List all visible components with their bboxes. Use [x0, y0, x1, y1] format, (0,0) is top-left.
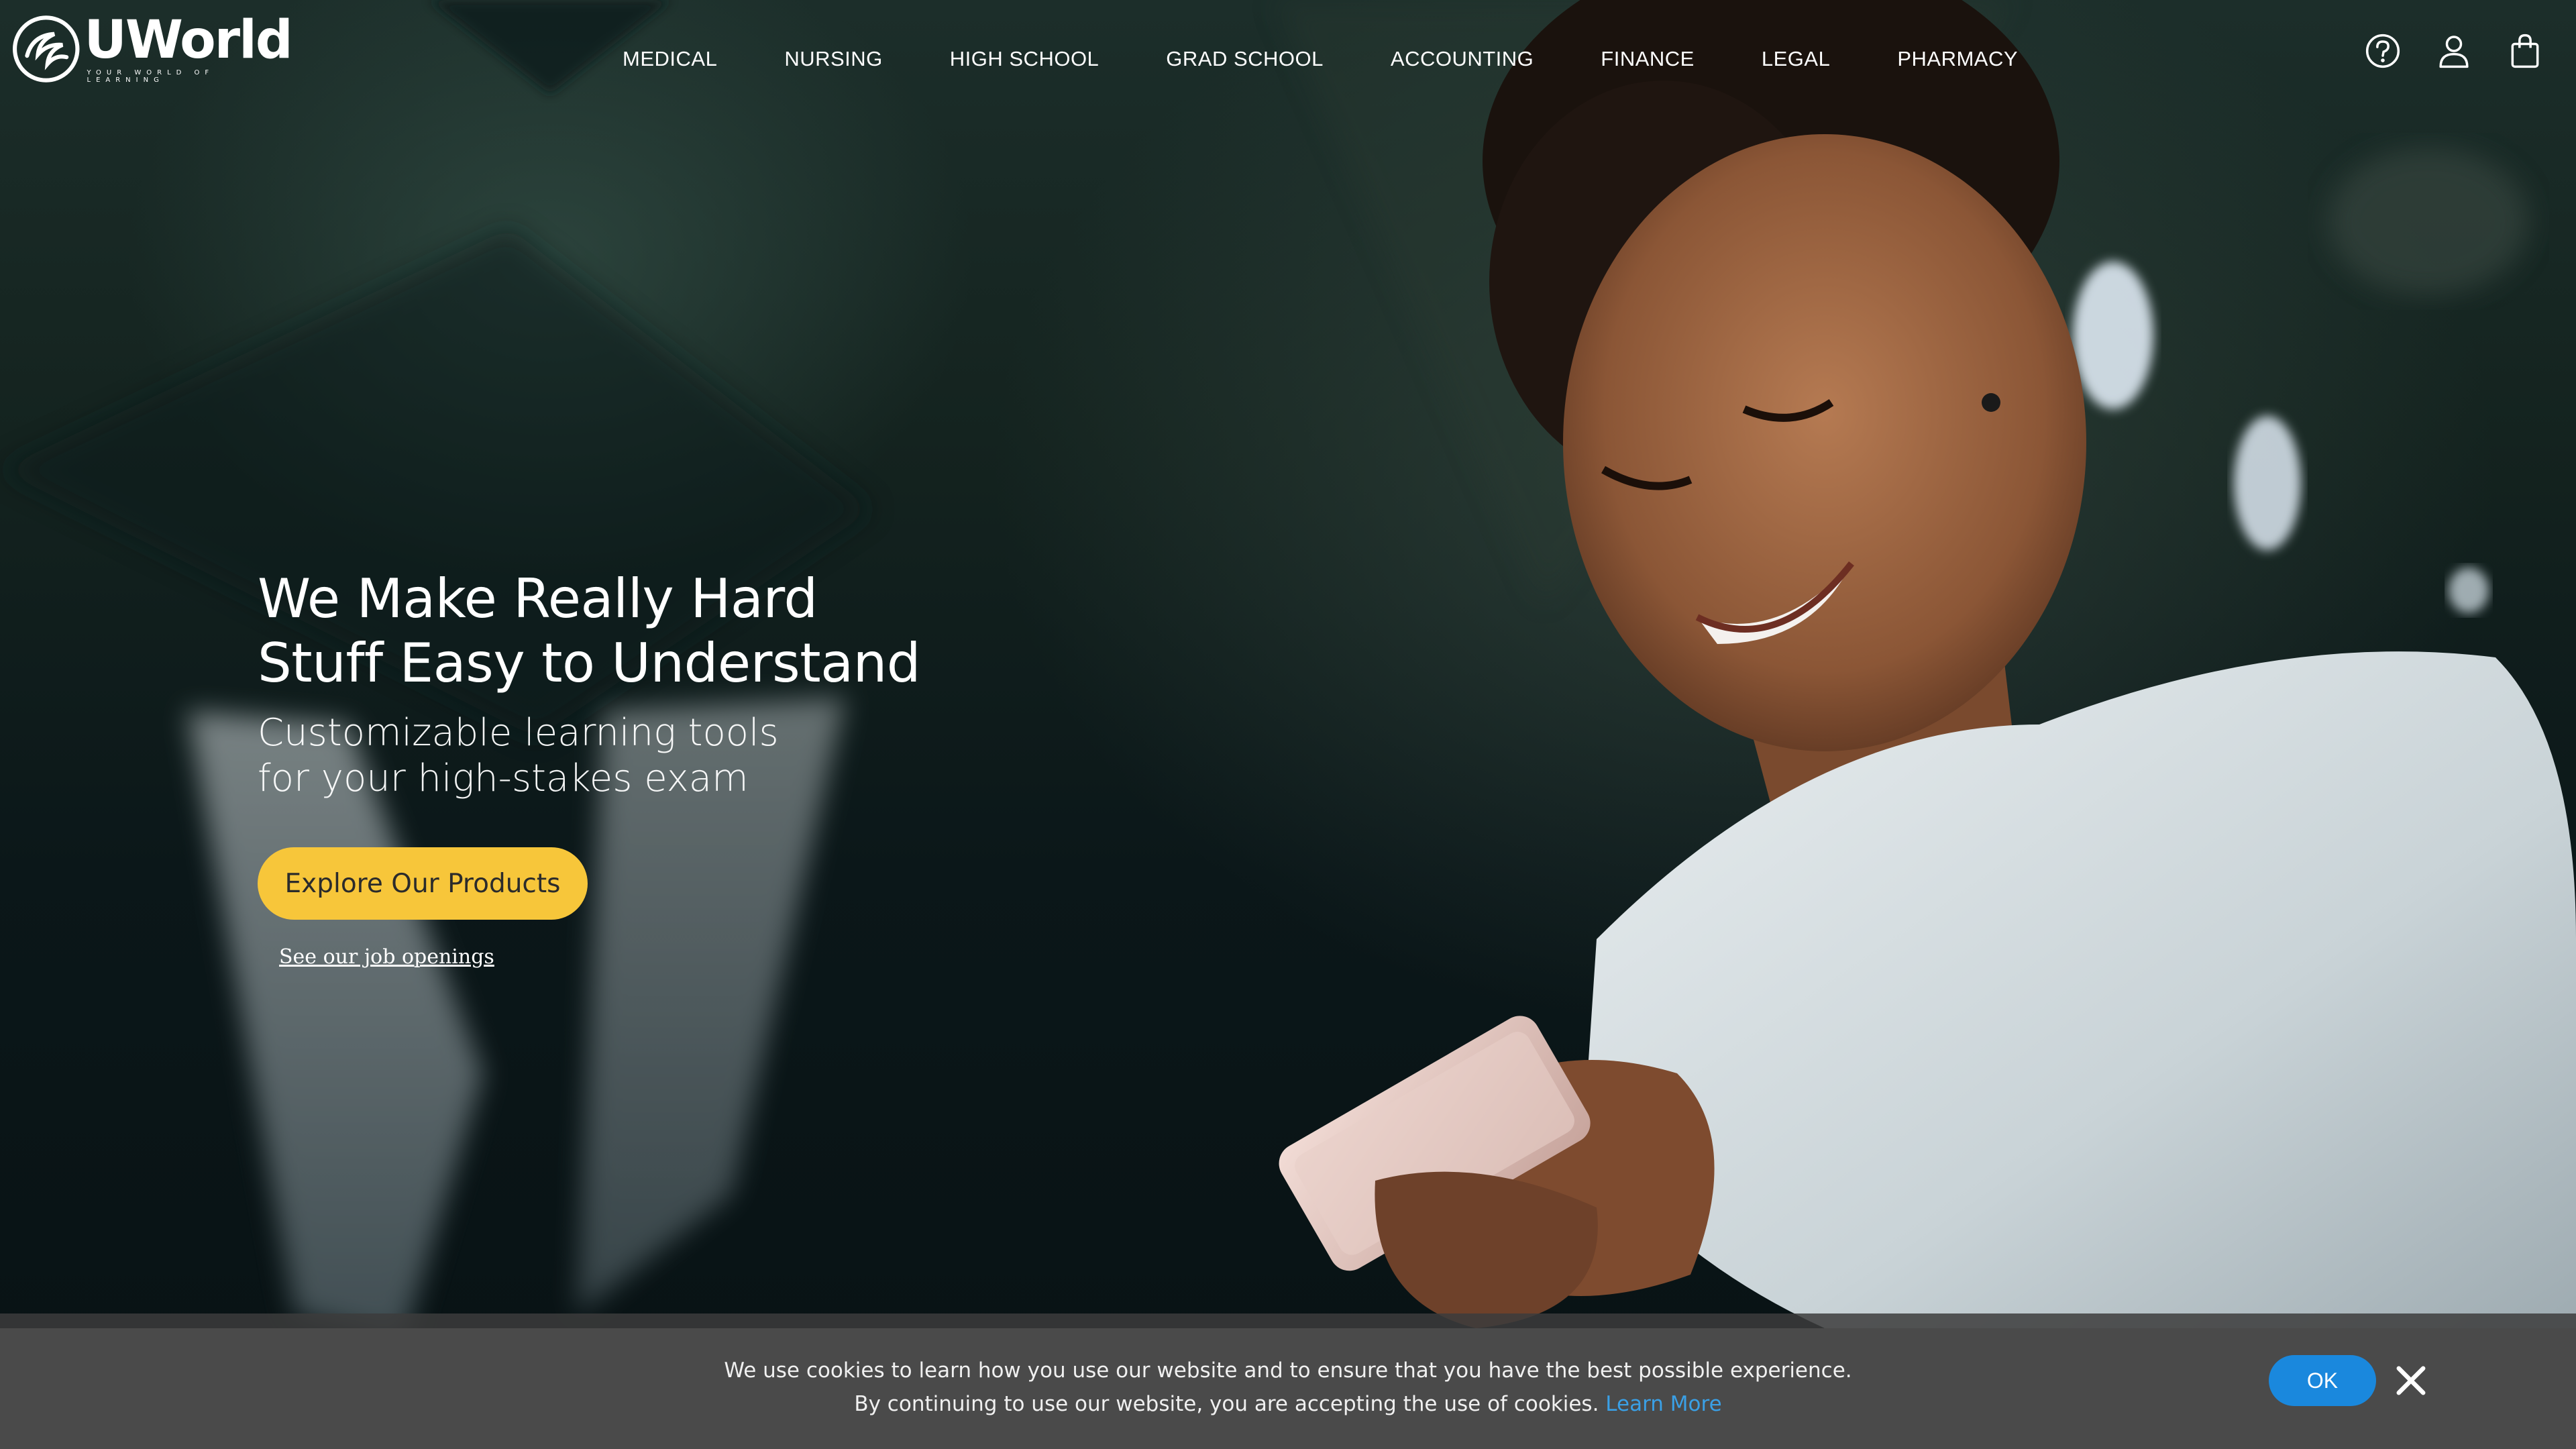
- nav-item-legal[interactable]: LEGAL: [1762, 47, 1830, 71]
- user-icon[interactable]: [2435, 32, 2473, 70]
- logo-wordmark: UWorld: [84, 10, 293, 70]
- cookie-message: We use cookies to learn how you use our …: [0, 1354, 2576, 1421]
- shopping-bag-icon[interactable]: [2506, 32, 2544, 70]
- help-icon[interactable]: [2364, 32, 2402, 70]
- hero-headline: We Make Really Hard Stuff Easy to Unders…: [258, 567, 996, 696]
- main-nav: MEDICAL NURSING HIGH SCHOOL GRAD SCHOOL …: [623, 46, 2018, 72]
- hero-headline-line1: We Make Really Hard: [258, 568, 818, 630]
- cookie-message-line1: We use cookies to learn how you use our …: [724, 1358, 1852, 1383]
- site-header: UWorld YOUR WORLD OF LEARNING MEDICAL NU…: [0, 0, 2576, 121]
- cookie-message-line2: By continuing to use our website, you ar…: [854, 1392, 1599, 1416]
- logo-tagline: YOUR WORLD OF LEARNING: [87, 69, 215, 84]
- nav-item-finance[interactable]: FINANCE: [1601, 47, 1695, 71]
- cookie-banner: We use cookies to learn how you use our …: [0, 1328, 2576, 1449]
- globe-swirl-logo-icon: [13, 15, 80, 83]
- nav-item-accounting[interactable]: ACCOUNTING: [1391, 47, 1534, 71]
- cookie-banner-edge: [0, 1313, 2576, 1328]
- explore-products-button[interactable]: Explore Our Products: [258, 847, 588, 920]
- nav-item-nursing[interactable]: NURSING: [784, 47, 882, 71]
- nav-item-high-school[interactable]: HIGH SCHOOL: [950, 47, 1099, 71]
- utility-icons: [2330, 32, 2544, 70]
- hero-content: We Make Really Hard Stuff Easy to Unders…: [258, 567, 996, 969]
- hero-headline-line2: Stuff Easy to Understand: [258, 632, 921, 694]
- close-icon[interactable]: [2394, 1363, 2428, 1398]
- nav-item-medical[interactable]: MEDICAL: [623, 47, 717, 71]
- nav-item-pharmacy[interactable]: PHARMACY: [1897, 47, 2018, 71]
- job-openings-link[interactable]: See our job openings: [279, 945, 996, 969]
- nav-item-grad-school[interactable]: GRAD SCHOOL: [1166, 47, 1324, 71]
- uworld-logo[interactable]: UWorld YOUR WORLD OF LEARNING: [12, 12, 294, 86]
- hero-subheading-line2: for your high-stakes exam: [258, 757, 749, 800]
- learn-more-link[interactable]: Learn More: [1605, 1392, 1721, 1416]
- hero-subheading-line1: Customizable learning tools: [258, 711, 779, 755]
- cookie-ok-button[interactable]: OK: [2269, 1355, 2376, 1406]
- hero-subheading: Customizable learning tools for your hig…: [258, 710, 996, 802]
